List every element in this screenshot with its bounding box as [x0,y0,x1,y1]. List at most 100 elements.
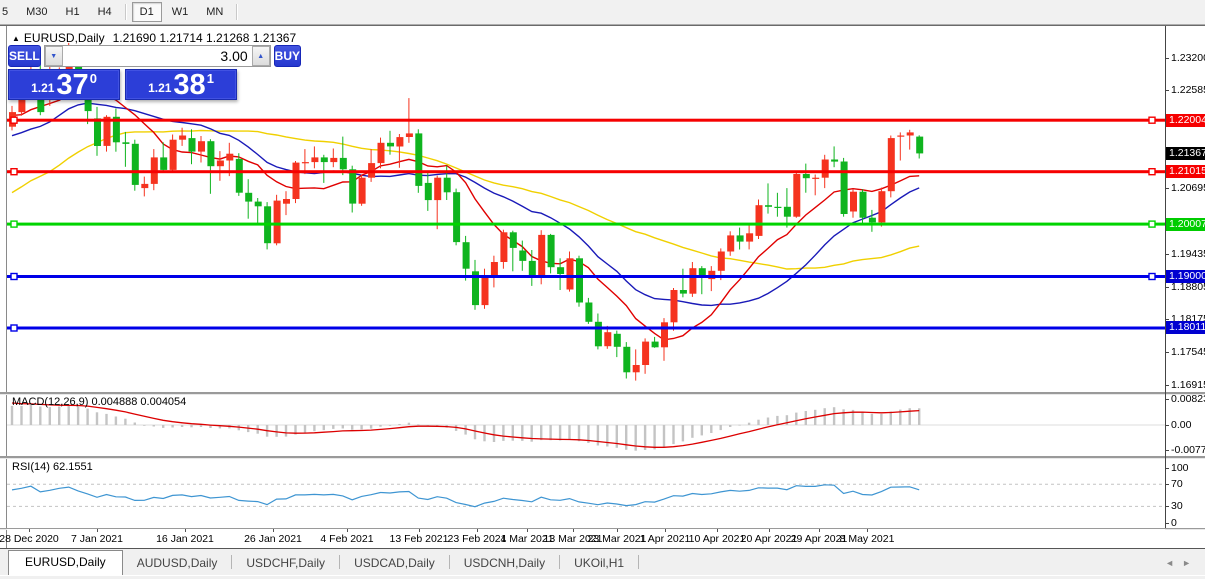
rsi-line [12,485,919,507]
period-button-m30[interactable]: M30 [18,2,55,22]
status-strip [0,575,1205,579]
candle-body [614,334,621,347]
candle-wick [834,146,835,167]
price-axis-label: 1.23200 [1171,52,1205,64]
tab-usdcad-daily[interactable]: USDCAD,Daily [340,552,449,575]
candle-body [387,143,394,147]
horizontal-line-1.18011[interactable] [7,325,1165,331]
tab-scroll-left-icon[interactable]: ◄ [1165,558,1182,568]
volume-increase-button[interactable]: ▲ [252,46,270,66]
line-handle[interactable] [11,221,17,227]
candle-body [633,365,640,372]
period-button-mn[interactable]: MN [198,2,231,22]
buy-button[interactable]: BUY [274,45,301,67]
tab-usdchf-daily[interactable]: USDCHF,Daily [232,552,339,575]
sell-price-tile[interactable]: 1.21 37 0 [8,69,120,100]
candle-body [122,142,129,144]
candle-body [425,183,432,200]
candle-body [349,169,356,203]
line-handle[interactable] [11,274,17,280]
candle-body [878,191,885,222]
price-axis-label: 1.16915 [1171,379,1205,391]
line-handle[interactable] [1149,221,1155,227]
period-button-m5[interactable]: 5 [0,2,16,22]
candle-body [141,184,148,188]
sell-button[interactable]: SELL [8,45,41,67]
volume-input[interactable] [63,46,252,66]
volume-decrease-button[interactable]: ▼ [45,46,63,66]
date-axis-label: 1 Apr 2021 [640,533,691,545]
candle-body [160,157,167,170]
period-button-d1[interactable]: D1 [132,2,162,22]
line-handle[interactable] [1149,117,1155,123]
line-handle[interactable] [1149,274,1155,280]
period-button-h4[interactable]: H4 [90,2,120,22]
candle-body [604,332,611,346]
candle-body [860,192,867,218]
candle-body [444,178,451,193]
candle-body [652,342,659,348]
chart-title: ▲EURUSD,Daily1.21690 1.21714 1.21268 1.2… [12,31,296,45]
macd-axis-label: 0.008233 [1171,393,1205,405]
candle-body [907,132,914,135]
candle-body [302,162,309,163]
candle-body [293,163,300,199]
collapse-arrow-icon[interactable]: ▲ [12,34,20,43]
horizontal-line-1.21015[interactable] [7,169,1165,175]
toolbar-separator [236,4,238,20]
tab-ukoil-h1[interactable]: UKOil,H1 [560,552,638,575]
candle-body [897,136,904,137]
date-axis-tick [185,529,186,532]
candle-body [567,258,574,289]
date-axis-tick [769,529,770,532]
candle-body [765,205,772,207]
horizontal-line-1.20007[interactable] [7,221,1165,227]
candle-body [482,277,489,306]
candle-body [510,232,517,248]
candle-body [557,267,564,274]
date-axis-tick [527,529,528,532]
period-button-h1[interactable]: H1 [58,2,88,22]
candle-body [803,174,810,178]
candle-body [283,199,290,204]
horizontal-line-1.19[interactable] [7,274,1165,280]
candle-body [774,207,781,208]
chart-ohlc-values: 1.21690 1.21714 1.21268 1.21367 [113,31,297,45]
date-axis-tick [347,529,348,532]
buy-price-tile[interactable]: 1.21 38 1 [125,69,237,100]
tab-usdcnh-daily[interactable]: USDCNH,Daily [450,552,559,575]
line-handle[interactable] [11,117,17,123]
candle-body [576,258,583,302]
buy-price-sup: 1 [207,71,214,86]
candle-body [406,133,413,137]
line-handle[interactable] [11,169,17,175]
line-handle[interactable] [11,325,17,331]
period-button-w1[interactable]: W1 [164,2,197,22]
candle-body [548,235,555,267]
candle-body [226,154,233,161]
candle-wick [342,137,343,176]
candle-body [737,235,744,241]
candle-body [453,192,460,242]
candle-body [822,160,829,178]
line-handle[interactable] [1149,169,1155,175]
date-axis-label: 23 Feb 2021 [448,533,507,545]
date-axis-tick [819,529,820,532]
volume-spinner: ▼ ▲ [44,45,271,67]
candle-body [529,261,536,277]
tab-separator [638,555,639,569]
candle-wick [125,132,126,167]
rsi-indicator-canvas[interactable] [7,458,1165,528]
macd-axis-label: 0.00 [1171,419,1191,431]
ma-line-10 [12,93,919,340]
rsi-axis-label: 30 [1171,500,1183,512]
tab-scroll-right-icon[interactable]: ► [1182,558,1199,568]
candle-body [680,290,687,294]
rsi-axis-label: 0 [1171,517,1177,529]
candle-body [585,303,592,322]
tab-eurusd-daily[interactable]: EURUSD,Daily [8,550,123,575]
tab-audusd-daily[interactable]: AUDUSD,Daily [123,552,232,575]
candle-body [727,235,734,251]
mt4-window: 5 M30 H1 H4 D1 W1 MN ▲EURUSD,Daily1.2169… [0,0,1205,579]
macd-histogram [11,405,921,451]
